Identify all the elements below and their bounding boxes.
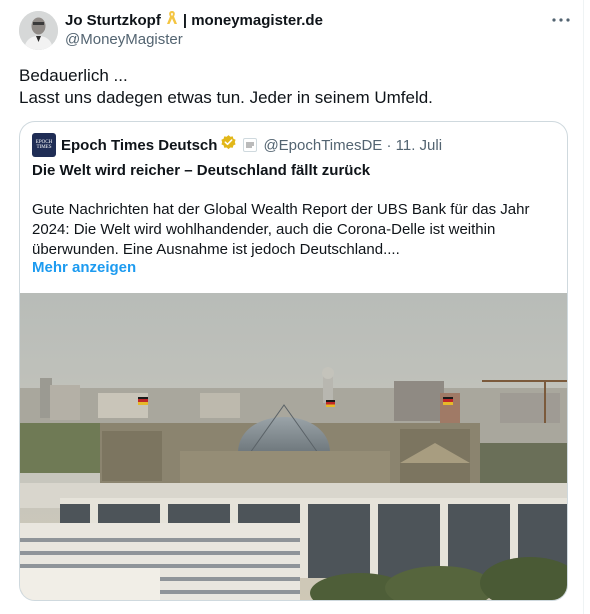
tweet-text-line: Lasst uns dadegen etwas tun. Jeder in se…	[19, 88, 433, 107]
quoted-body-line: Gute Nachrichten hat der Global Wealth R…	[32, 201, 530, 218]
tweet-text: Bedauerlich ... Lasst uns dadegen etwas …	[19, 65, 559, 109]
show-more-link[interactable]: Mehr anzeigen	[32, 259, 136, 276]
author-handle[interactable]: @MoneyMagister	[65, 31, 323, 48]
quoted-body-line: überwunden. Eine Ausnahme ist jedoch Deu…	[32, 241, 400, 258]
quoted-body: Gute Nachrichten hat der Global Wealth R…	[32, 200, 557, 260]
author-name[interactable]: Jo Sturtzkopf	[65, 12, 161, 29]
author-avatar[interactable]	[19, 11, 58, 50]
quoted-image[interactable]	[20, 293, 567, 600]
quoted-tweet[interactable]: EPOCH TIMES Epoch Times Deutsch @EpochTi…	[19, 121, 568, 601]
tweet-text-line: Bedauerlich ...	[19, 66, 128, 85]
verified-badge-icon	[220, 134, 237, 156]
berlin-skyline-photo	[20, 293, 567, 600]
author-brand: | moneymagister.de	[182, 11, 323, 29]
affiliate-badge-icon[interactable]	[243, 138, 258, 152]
epoch-times-avatar[interactable]: EPOCH TIMES	[32, 133, 56, 157]
quoted-title: Die Welt wird reicher – Deutschland fäll…	[32, 162, 371, 179]
quoted-handle-date[interactable]: @EpochTimesDE · 11. Juli	[263, 137, 442, 154]
quoted-author-name[interactable]: Epoch Times Deutsch	[61, 137, 217, 154]
more-horizontal-icon[interactable]	[547, 10, 575, 30]
ribbon-icon	[166, 10, 178, 30]
quoted-body-line: 2024: Die Welt wird wohlhandender, auch …	[32, 221, 496, 238]
quoted-tweet-header: EPOCH TIMES Epoch Times Deutsch @EpochTi…	[32, 133, 442, 157]
author-header: Jo Sturtzkopf | moneymagister.de @MoneyM…	[65, 10, 323, 48]
tweet[interactable]: Jo Sturtzkopf | moneymagister.de @MoneyM…	[0, 0, 584, 614]
